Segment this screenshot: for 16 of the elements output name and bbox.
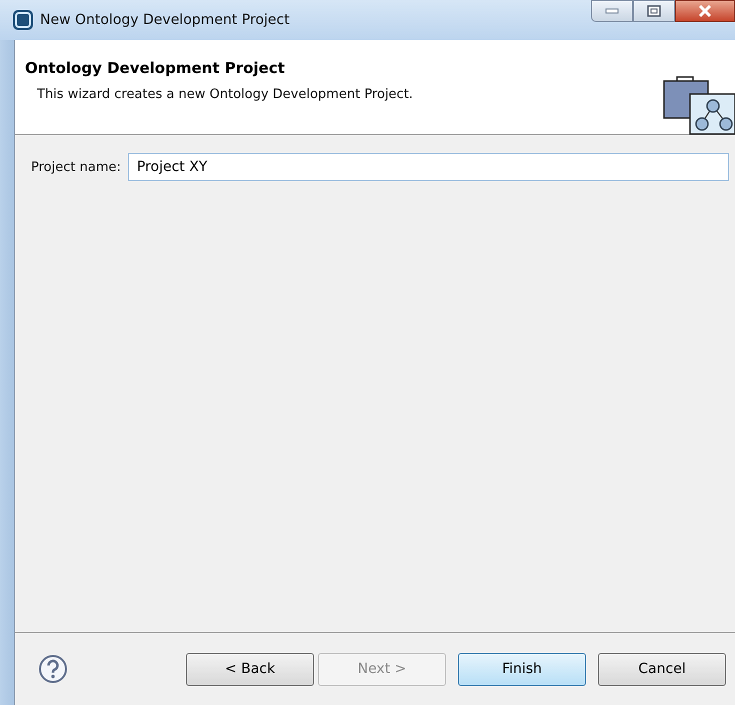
- project-name-field[interactable]: Project XY: [128, 153, 729, 181]
- app-logo-icon: [12, 9, 34, 31]
- maximize-button[interactable]: [633, 0, 675, 22]
- close-button[interactable]: [675, 0, 735, 22]
- close-icon: [697, 5, 713, 17]
- wizard-button[interactable]: Finish: [458, 652, 586, 686]
- wizard-description: This wizard creates a new Ontology Development Project.: [37, 87, 413, 102]
- project-name-label: Project name:: [31, 160, 121, 174]
- wizard-button[interactable]: Cancel: [598, 652, 726, 686]
- maximize-icon: [647, 5, 661, 17]
- wizard-button[interactable]: < Back: [186, 652, 314, 686]
- minimize-icon: [605, 8, 619, 14]
- help-icon[interactable]: [38, 654, 68, 684]
- window-title: New Ontology Development Project: [40, 12, 290, 28]
- minimize-button[interactable]: [591, 0, 633, 22]
- wizard-title: Ontology Development Project: [25, 59, 286, 77]
